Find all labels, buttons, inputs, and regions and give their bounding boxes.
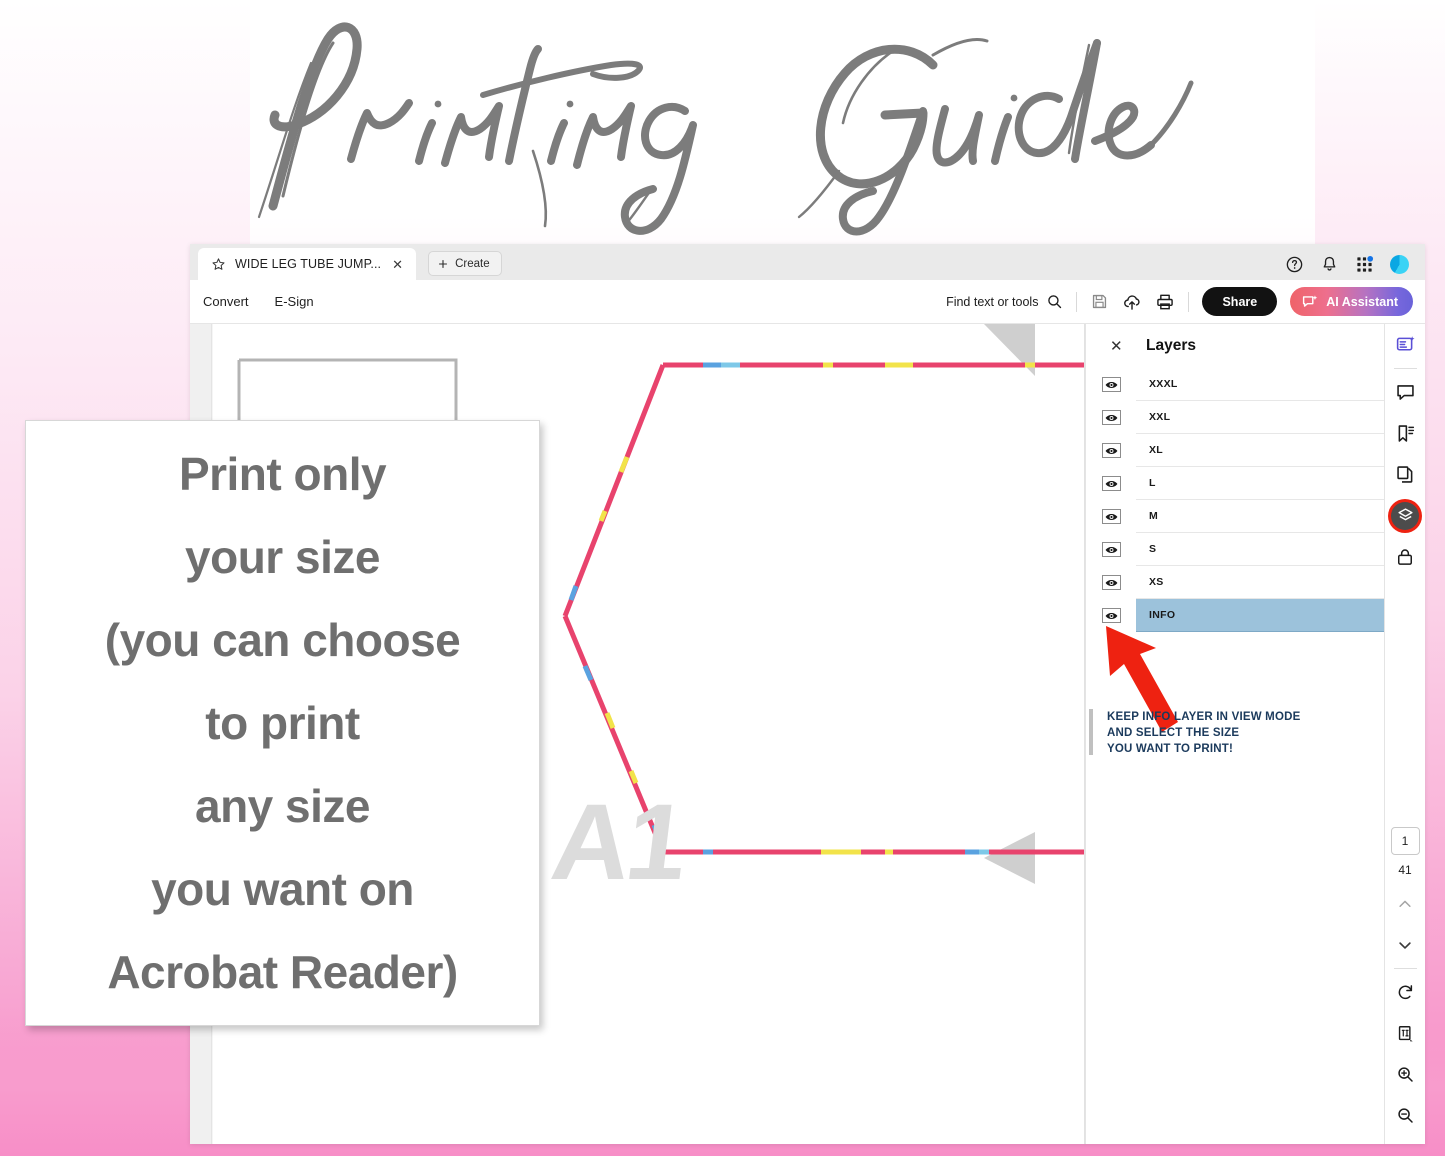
layer-label: XL [1149,444,1164,456]
pattern-edge-upper-left [562,364,666,617]
overlay-line: to print [205,696,360,749]
cloud-upload-icon[interactable] [1122,292,1142,312]
layer-label: XXL [1149,411,1171,423]
zoom-in-icon[interactable] [1385,1054,1426,1095]
rail-divider-bottom [1393,968,1417,969]
overlay-line: you want on [151,862,414,915]
comment-icon[interactable] [1385,372,1426,413]
close-icon[interactable]: ✕ [1110,337,1128,355]
page-total-count: 41 [1398,863,1412,877]
layer-name-cell[interactable]: M [1136,500,1409,533]
document-tab[interactable]: WIDE LEG TUBE JUMP... ✕ [198,248,417,280]
layer-name-cell[interactable]: XS [1136,566,1409,599]
layer-row[interactable]: XS [1086,566,1424,599]
corner-triangle-bottom [984,832,1035,884]
eye-visibility-icon[interactable] [1102,509,1121,524]
share-button[interactable]: Share [1202,287,1278,316]
ai-assistant-label: AI Assistant [1326,294,1398,309]
layer-row[interactable]: S [1086,533,1424,566]
find-label: Find text or tools [946,294,1039,309]
layers-list: XXXL XXL XL L M S XS INFO [1086,368,1424,632]
annotation-line-3: YOU WANT TO PRINT! [1107,743,1234,755]
layer-row[interactable]: XXXL [1086,368,1424,401]
organize-pages-icon[interactable] [1385,454,1426,495]
fit-page-icon[interactable] [1385,1013,1426,1054]
star-icon[interactable] [211,257,226,272]
print-icon[interactable] [1155,292,1175,312]
layer-name-cell[interactable]: XXL [1136,401,1409,434]
layer-label: L [1149,477,1156,489]
eye-visibility-icon[interactable] [1102,575,1121,590]
tab-strip: WIDE LEG TUBE JUMP... ✕ Create [190,244,1425,280]
overlay-line: Print only [178,447,387,500]
create-button-label: Create [455,257,490,270]
rail-divider [1393,368,1417,369]
layer-name-cell[interactable]: XL [1136,434,1409,467]
toolbar-right-group: Find text or tools Share AI Assistant [946,287,1413,316]
chevron-down-icon[interactable] [1385,924,1426,965]
corner-triangle-top [984,324,1035,376]
search-icon[interactable] [1046,293,1063,310]
ai-sparkle-icon [1303,294,1318,307]
layer-label: S [1149,543,1157,555]
menu-e-sign[interactable]: E-Sign [262,280,327,324]
share-button-label: Share [1222,294,1258,309]
instruction-overlay-card: Print only your size (you can choose to … [25,420,540,1026]
annotation-line-2: AND SELECT THE SIZE [1107,727,1240,739]
page-number-input[interactable]: 1 [1390,827,1420,855]
help-icon[interactable] [1285,255,1304,274]
find-tools-search[interactable]: Find text or tools [946,293,1063,310]
layer-label: XS [1149,576,1164,588]
page-navigation-group: 1 41 [1385,827,1426,1144]
eye-visibility-icon[interactable] [1102,377,1121,392]
main-toolbar: Convert E-Sign Find text or tools Share … [190,280,1425,324]
layer-row[interactable]: XXL [1086,401,1424,434]
create-button[interactable]: Create [428,251,502,276]
layers-annotation-text: KEEP INFO LAYER IN VIEW MODE AND SELECT … [1107,709,1407,757]
ai-assistant-rail-icon[interactable] [1385,324,1426,365]
layers-panel: ✕ Layers ⋯ XXXL [1085,324,1424,1144]
overlay-line: Acrobat Reader) [107,945,458,998]
protect-lock-icon[interactable] [1385,536,1426,577]
page-size-watermark: A1 [545,781,691,902]
layers-icon[interactable] [1385,495,1426,536]
ai-assistant-button[interactable]: AI Assistant [1290,287,1413,316]
layer-name-cell[interactable]: L [1136,467,1409,500]
layer-label: M [1149,510,1159,522]
notification-bell-icon[interactable] [1320,255,1339,274]
right-tool-rail: 1 41 [1384,324,1425,1144]
annotation-side-bar [1089,709,1093,755]
layers-panel-header: ✕ Layers ⋯ [1086,324,1424,368]
plus-icon [439,259,448,268]
window-header-icons [1285,255,1425,280]
toolbar-divider-2 [1188,291,1190,312]
save-icon[interactable] [1090,292,1109,311]
eye-visibility-icon[interactable] [1102,542,1121,557]
layers-panel-title: Layers [1146,337,1196,354]
app-grid-icon[interactable] [1355,255,1374,274]
layer-name-cell[interactable]: XXXL [1136,368,1409,401]
eye-visibility-icon[interactable] [1102,476,1121,491]
layer-row[interactable]: L [1086,467,1424,500]
bookmark-icon[interactable] [1385,413,1426,454]
layer-label: XXXL [1149,378,1178,390]
document-tab-title: WIDE LEG TUBE JUMP... [235,257,382,271]
close-icon[interactable]: ✕ [390,257,405,272]
eye-visibility-icon[interactable] [1102,410,1121,425]
avatar[interactable] [1390,255,1409,274]
layer-name-cell[interactable]: S [1136,533,1409,566]
annotation-line-1: KEEP INFO LAYER IN VIEW MODE [1107,711,1301,723]
eye-visibility-icon[interactable] [1102,443,1121,458]
overlay-line: any size [195,779,371,832]
overlay-line: your size [185,530,380,583]
toolbar-divider [1076,291,1078,312]
layers-icon-active-indicator[interactable] [1391,501,1419,530]
layer-row[interactable]: XL [1086,434,1424,467]
overlay-line: (you can choose [104,613,461,666]
zoom-out-icon[interactable] [1385,1095,1426,1136]
chevron-up-icon[interactable] [1385,883,1426,924]
menu-convert[interactable]: Convert [190,280,262,324]
layer-row[interactable]: M [1086,500,1424,533]
rotate-icon[interactable] [1385,972,1426,1013]
